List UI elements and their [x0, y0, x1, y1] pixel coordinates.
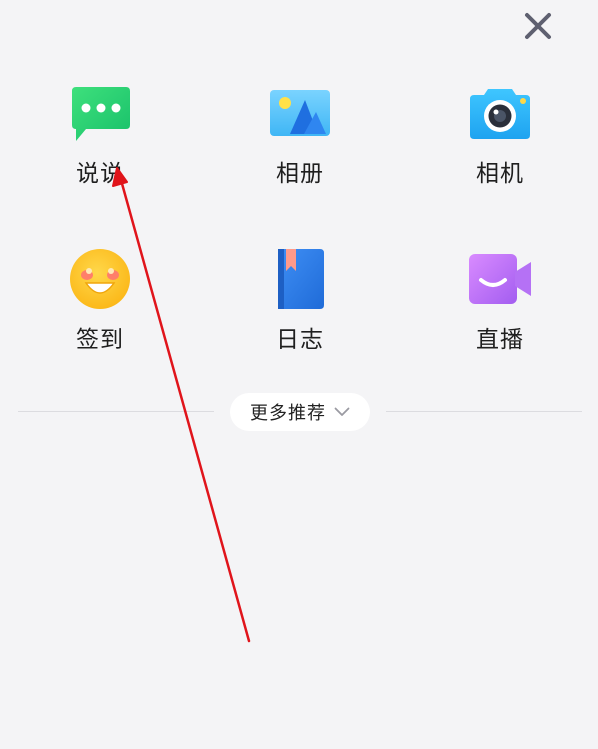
- live-video-icon: [467, 246, 533, 312]
- close-button[interactable]: [518, 6, 558, 46]
- grid-item-label: 相机: [476, 161, 524, 187]
- chevron-down-icon: [334, 407, 350, 416]
- divider-right: [386, 411, 582, 412]
- divider-left: [18, 411, 214, 412]
- grid-item-live[interactable]: 直播: [440, 246, 560, 354]
- photo-album-icon: [267, 80, 333, 146]
- grid-item-label: 说说: [76, 161, 124, 187]
- close-icon: [525, 13, 551, 39]
- diary-book-icon: [267, 246, 333, 312]
- grid-item-label: 签到: [76, 327, 124, 353]
- grid-item-diary[interactable]: 日志: [240, 246, 360, 354]
- more-recommendations-label: 更多推荐: [250, 403, 326, 424]
- grid-item-label: 日志: [276, 327, 324, 353]
- more-recommendations-button[interactable]: 更多推荐: [230, 393, 370, 431]
- camera-icon: [467, 80, 533, 146]
- grid-item-album[interactable]: 相册: [240, 80, 360, 188]
- chat-bubble-icon: [67, 80, 133, 146]
- grid-item-label: 直播: [476, 327, 524, 353]
- grid-item-camera[interactable]: 相机: [440, 80, 560, 188]
- grid-item-checkin[interactable]: 签到: [40, 246, 160, 354]
- grid-item-label: 相册: [276, 161, 324, 187]
- smiley-face-icon: [67, 246, 133, 312]
- grid-item-shuoshuo[interactable]: 说说: [40, 80, 160, 188]
